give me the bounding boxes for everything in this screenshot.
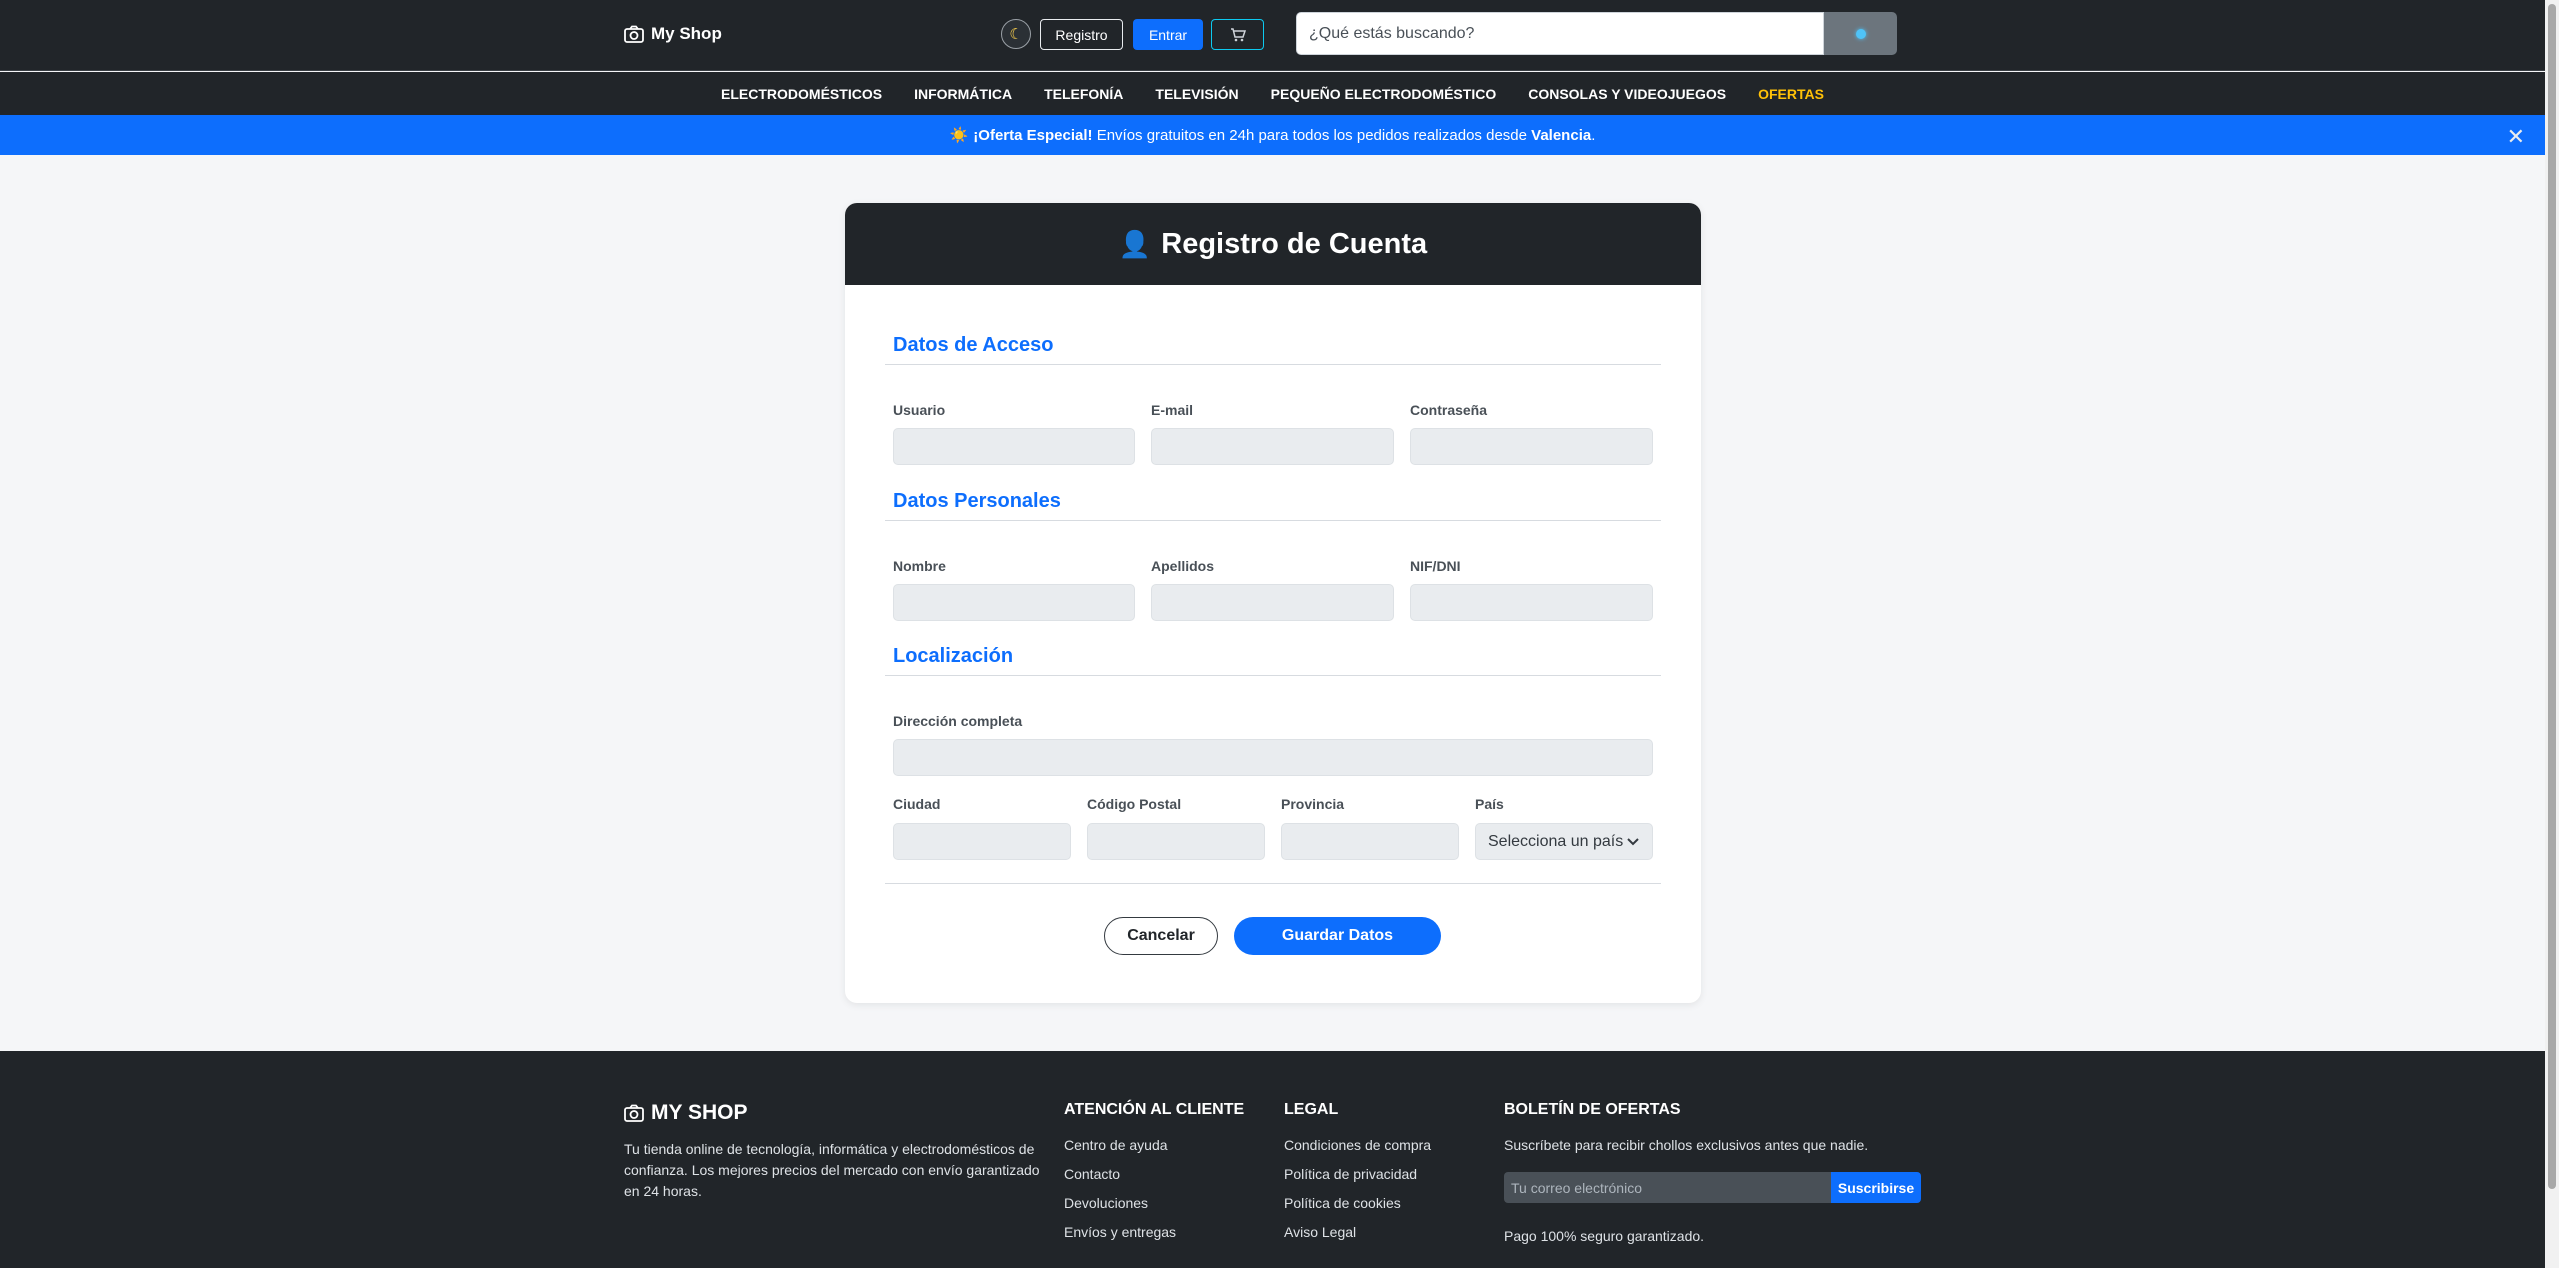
nav-item-pequeno-electrodomestico[interactable]: PEQUEÑO ELECTRODOMÉSTICO — [1271, 86, 1497, 102]
save-button[interactable]: Guardar Datos — [1234, 917, 1441, 955]
surname-input[interactable] — [1151, 584, 1394, 621]
name-label: Nombre — [893, 558, 946, 574]
user-icon: 👤 — [1118, 228, 1152, 259]
country-select-value: Selecciona un país — [1488, 832, 1624, 850]
footer-link-privacy[interactable]: Política de privacidad — [1284, 1166, 1417, 1182]
top-bar: My Shop ☾ Registro Entrar ¿Qué estás bus… — [0, 0, 2545, 71]
footer-link-legal[interactable]: Aviso Legal — [1284, 1224, 1356, 1240]
brand-logo[interactable]: My Shop — [624, 22, 722, 46]
sun-icon: ☀️ — [949, 127, 969, 144]
customer-service-title: ATENCIÓN AL CLIENTE — [1064, 1101, 1245, 1118]
theme-toggle-button[interactable]: ☾ — [1001, 19, 1031, 49]
footer-link-shipping[interactable]: Envíos y entregas — [1064, 1224, 1176, 1240]
zip-label: Código Postal — [1087, 796, 1182, 812]
cancel-button[interactable]: Cancelar — [1104, 917, 1218, 955]
newsletter-title: BOLETÍN DE OFERTAS — [1504, 1101, 1681, 1118]
search-button[interactable] — [1824, 12, 1897, 55]
nif-label: NIF/DNI — [1410, 558, 1461, 574]
surname-label: Apellidos — [1151, 558, 1215, 574]
email-input[interactable] — [1151, 428, 1394, 465]
zip-input[interactable] — [1087, 823, 1265, 860]
section-personal-title: Datos Personales — [893, 490, 1061, 512]
moon-icon: ☾ — [1009, 26, 1023, 43]
card-header: 👤 Registro de Cuenta — [845, 203, 1701, 285]
camera-icon — [624, 25, 644, 43]
promo-banner: ☀️ ¡Oferta Especial! Envíos gratuitos en… — [0, 115, 2545, 155]
name-input[interactable] — [893, 584, 1135, 621]
close-icon[interactable]: ✕ — [2507, 124, 2525, 150]
city-input[interactable] — [893, 823, 1071, 860]
divider — [885, 520, 1661, 521]
password-label: Contraseña — [1410, 402, 1488, 418]
login-button[interactable]: Entrar — [1133, 19, 1203, 50]
nav-item-telefonia[interactable]: TELEFONÍA — [1044, 86, 1123, 102]
province-input[interactable] — [1281, 823, 1459, 860]
camera-icon — [624, 1104, 644, 1122]
newsletter-email-input[interactable]: Tu correo electrónico — [1504, 1172, 1831, 1203]
footer-link-contact[interactable]: Contacto — [1064, 1166, 1120, 1182]
nav-item-consolas[interactable]: CONSOLAS Y VIDEOJUEGOS — [1528, 86, 1726, 102]
promo-end: . — [1591, 126, 1596, 144]
register-button[interactable]: Registro — [1040, 19, 1123, 50]
scrollbar-thumb[interactable] — [2548, 4, 2556, 1189]
newsletter-text: Suscríbete para recibir chollos exclusiv… — [1504, 1137, 1869, 1153]
divider — [885, 364, 1661, 365]
country-label: País — [1475, 796, 1504, 812]
footer-brand: MY SHOP — [624, 1101, 747, 1125]
cart-icon — [1230, 27, 1246, 41]
chevron-down-icon — [1627, 838, 1639, 846]
promo-strong: ¡Oferta Especial! — [973, 126, 1093, 144]
legal-title: LEGAL — [1284, 1101, 1339, 1118]
footer-link-terms[interactable]: Condiciones de compra — [1284, 1137, 1431, 1153]
page-scrollbar[interactable] — [2545, 0, 2559, 1268]
address-label: Dirección completa — [893, 713, 1023, 729]
promo-text: Envíos gratuitos en 24h para todos los p… — [1096, 126, 1527, 144]
brand-name: My Shop — [651, 24, 722, 43]
divider — [885, 675, 1661, 676]
search-bar: ¿Qué estás buscando? — [1296, 12, 1897, 55]
user-label: Usuario — [893, 402, 946, 418]
secure-payment-text: Pago 100% seguro garantizado. — [1504, 1228, 1705, 1244]
nav-item-informatica[interactable]: INFORMÁTICA — [914, 86, 1012, 102]
search-input[interactable]: ¿Qué estás buscando? — [1296, 12, 1824, 55]
divider — [885, 883, 1661, 884]
country-select[interactable]: Selecciona un país — [1475, 823, 1653, 860]
card-title: Registro de Cuenta — [1161, 227, 1428, 260]
footer-link-cookies[interactable]: Política de cookies — [1284, 1195, 1401, 1211]
footer-brand-name: MY SHOP — [651, 1101, 748, 1124]
footer-link-returns[interactable]: Devoluciones — [1064, 1195, 1148, 1211]
nif-input[interactable] — [1410, 584, 1653, 621]
nav-item-television[interactable]: TELEVISIÓN — [1155, 86, 1238, 102]
section-access-title: Datos de Acceso — [893, 334, 1054, 356]
footer: MY SHOP Tu tienda online de tecnología, … — [0, 1051, 2545, 1268]
category-nav: ELECTRODOMÉSTICOS INFORMÁTICA TELEFONÍA … — [0, 72, 2545, 115]
promo-city: Valencia — [1531, 126, 1592, 144]
user-input[interactable] — [893, 428, 1135, 465]
nav-item-electrodomesticos[interactable]: ELECTRODOMÉSTICOS — [721, 86, 882, 102]
footer-description: Tu tienda online de tecnología, informát… — [624, 1141, 1040, 1199]
nav-item-ofertas[interactable]: OFERTAS — [1758, 86, 1824, 102]
footer-link-help[interactable]: Centro de ayuda — [1064, 1137, 1168, 1153]
city-label: Ciudad — [893, 796, 941, 812]
section-location-title: Localización — [893, 645, 1014, 667]
password-input[interactable] — [1410, 428, 1653, 465]
province-label: Provincia — [1281, 796, 1345, 812]
search-icon — [1855, 28, 1866, 39]
register-card: 👤 Registro de Cuenta Datos de Acceso Usu… — [845, 203, 1701, 1003]
subscribe-button[interactable]: Suscribirse — [1831, 1172, 1921, 1203]
cart-button[interactable] — [1211, 19, 1264, 50]
address-input[interactable] — [893, 739, 1653, 776]
email-label: E-mail — [1151, 402, 1194, 418]
